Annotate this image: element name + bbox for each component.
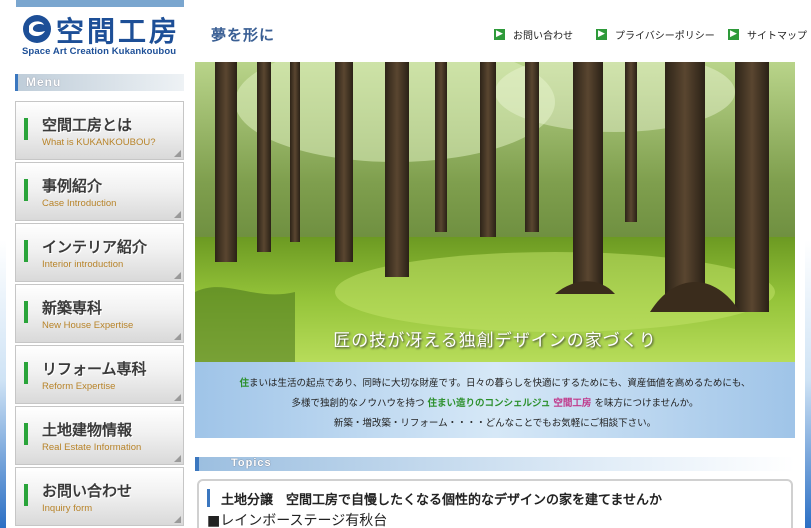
contact-link-label: お問い合わせ [513,31,573,42]
nav-item-cases[interactable]: 事例紹介 Case Introduction [15,162,184,221]
menu-header-label: Menu [26,75,62,89]
privacy-policy-link-label: プライバシーポリシー [615,31,715,42]
intro-highlight: 住まい造りのコンシェルジュ [427,398,551,409]
nav-item-real-estate[interactable]: 土地建物情報 Real Estate Information [15,406,184,465]
intro-line-2: 多様で独創的なノウハウを持つ 住まい造りのコンシェルジュ 空間工房 を味方につけ… [195,394,795,414]
arrow-right-icon: ▶ [728,29,739,40]
nav-item-marker [24,423,28,445]
header-links: ▶ お問い合わせ ▶ プライバシーポリシー ▶ サイトマップ [0,27,811,43]
intro-banner: 住まいは生活の起点であり、同時に大切な財産です。日々の暮らしを快適にするためにも… [195,362,795,438]
corner-triangle-icon [174,455,181,462]
menu-header: Menu [15,74,184,91]
intro-highlight: 住 [239,378,249,389]
nav-item-sublabel: Reform Expertise [42,381,116,392]
sitemap-link[interactable]: ▶ サイトマップ [728,27,807,42]
topics-header-label: Topics [231,457,272,469]
sitemap-link-label: サイトマップ [747,31,807,42]
forest-illustration [195,62,795,362]
nav-item-sublabel: Interior introduction [42,259,124,270]
logo-top-bar [16,0,184,7]
nav-item-new-house[interactable]: 新築専科 New House Expertise [15,284,184,343]
site-header: 空間工房 Space Art Creation Kukankoubou 夢を形に… [0,0,811,62]
arrow-right-icon: ▶ [494,29,505,40]
nav-item-interior[interactable]: インテリア紹介 Interior introduction [15,223,184,282]
nav-item-inquiry[interactable]: お問い合わせ Inquiry form [15,467,184,526]
hero-forest-image: 匠の技が冴える独創デザインの家づくり [195,62,795,362]
nav-item-reform[interactable]: リフォーム専科 Reform Expertise [15,345,184,404]
intro-highlight-brand: 空間工房 [553,398,592,409]
nav-item-marker [24,301,28,323]
topic-subtitle: ■レインボーステージ有秋台 [207,513,388,528]
nav-item-about[interactable]: 空間工房とは What is KUKANKOUBOU? [15,101,184,160]
intro-text: まいは生活の起点であり、同時に大切な財産です。日々の暮らしを快適にするためにも、… [248,378,751,389]
page-edge-left [0,0,6,528]
nav-item-label: お問い合わせ [42,482,133,500]
sidebar: Menu 空間工房とは What is KUKANKOUBOU? 事例紹介 Ca… [15,74,185,526]
logo-subtitle: Space Art Creation Kukankoubou [22,46,177,57]
intro-text: 新築・増改築・リフォーム・・・・どんなことでもお気軽にご相談下さい。 [333,418,657,429]
nav-item-label: 新築専科 [42,299,103,317]
hero-caption: 匠の技が冴える独創デザインの家づくり [333,331,657,351]
topics-header: Topics [195,457,795,471]
nav-item-label: 空間工房とは [42,116,133,134]
topic-title[interactable]: 土地分譲 空間工房で自慢したくなる個性的なデザインの家を建てませんか [221,489,662,508]
corner-triangle-icon [174,333,181,340]
arrow-right-icon: ▶ [596,29,607,40]
nav-item-marker [24,179,28,201]
nav-item-sublabel: New House Expertise [42,320,134,331]
nav-item-label: インテリア紹介 [42,238,148,256]
corner-triangle-icon [174,394,181,401]
intro-text: を味方につけませんか。 [594,398,699,409]
contact-link[interactable]: ▶ お問い合わせ [494,27,573,42]
corner-triangle-icon [174,211,181,218]
page-edge-right [805,0,811,528]
topic-item[interactable]: 土地分譲 空間工房で自慢したくなる個性的なデザインの家を建てませんか ■レインボ… [197,479,793,528]
intro-line-3: 新築・増改築・リフォーム・・・・どんなことでもお気軽にご相談下さい。 [195,414,795,434]
intro-text: 多様で独創的なノウハウを持つ [291,398,425,409]
corner-triangle-icon [174,272,181,279]
nav-item-marker [24,484,28,506]
nav-item-sublabel: Inquiry form [42,503,93,514]
nav-item-sublabel: Real Estate Information [42,442,142,453]
nav-item-marker [24,240,28,262]
nav-item-sublabel: What is KUKANKOUBOU? [42,137,156,148]
nav-item-sublabel: Case Introduction [42,198,117,209]
intro-line-1: 住まいは生活の起点であり、同時に大切な財産です。日々の暮らしを快適にするためにも… [195,374,795,394]
nav-item-marker [24,118,28,140]
corner-triangle-icon [174,516,181,523]
topic-marker [207,489,210,507]
nav-item-marker [24,362,28,384]
nav-item-label: リフォーム専科 [42,360,147,378]
nav-item-label: 土地建物情報 [42,421,133,439]
privacy-policy-link[interactable]: ▶ プライバシーポリシー [596,27,715,42]
corner-triangle-icon [174,150,181,157]
nav-item-label: 事例紹介 [42,177,103,195]
